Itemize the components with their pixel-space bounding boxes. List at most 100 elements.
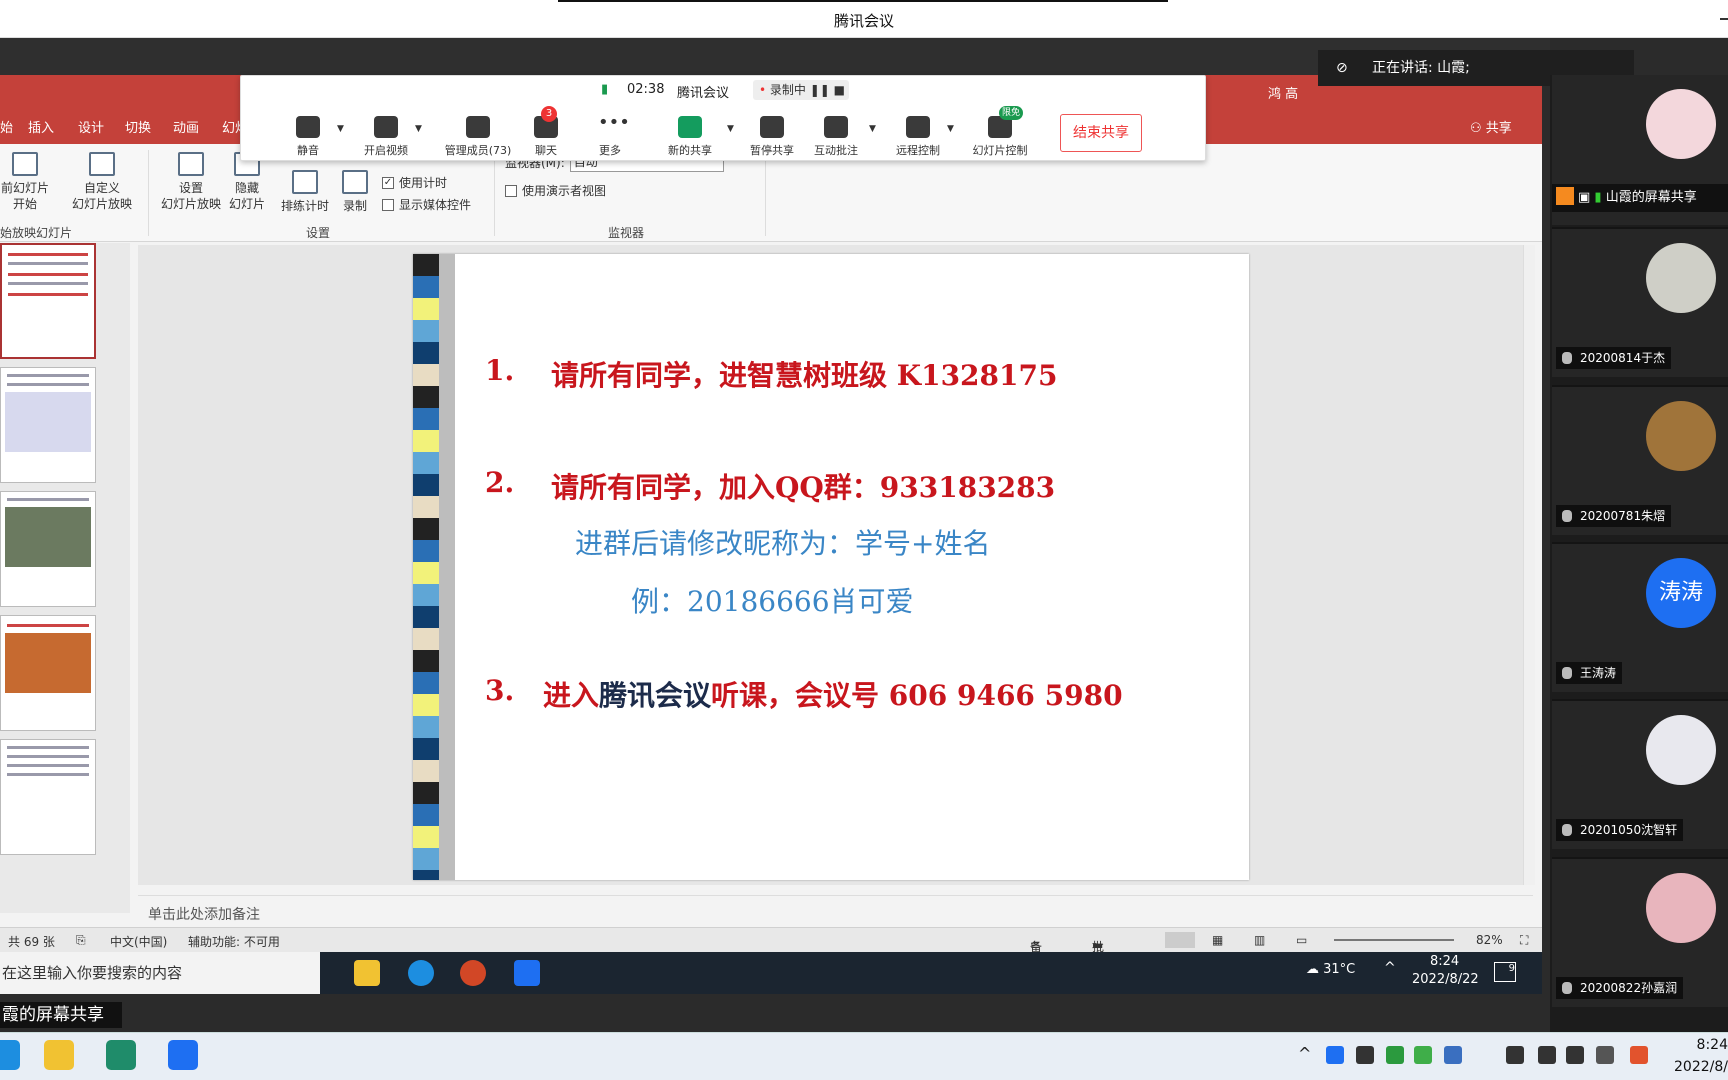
- file-explorer-icon[interactable]: [354, 960, 380, 986]
- annotate-label: 互动批注: [814, 144, 858, 157]
- rehearse-button[interactable]: 排练计时: [276, 170, 334, 214]
- slide-line-3-a: 进入: [543, 679, 600, 712]
- app-tray-icon[interactable]: [1386, 1046, 1404, 1064]
- participant-name: 王涛涛: [1556, 662, 1623, 684]
- stopwatch-icon: [292, 170, 318, 194]
- annotate-button[interactable]: 互动批注: [801, 116, 871, 158]
- zoom-slider[interactable]: [1334, 939, 1454, 941]
- reading-view-icon[interactable]: ▥: [1254, 933, 1265, 947]
- participant-tile[interactable]: 20201050沈智轩: [1552, 699, 1728, 849]
- taskbar-clock[interactable]: 8:24 2022/8/: [1660, 1034, 1728, 1078]
- record-button[interactable]: 录制: [338, 170, 372, 214]
- thumbnail-4[interactable]: [0, 615, 96, 731]
- wps-icon[interactable]: [1630, 1046, 1648, 1064]
- ie-browser-icon[interactable]: [408, 960, 434, 986]
- participant-name: 20201050沈智轩: [1556, 819, 1684, 841]
- language-status[interactable]: 中文(中国): [110, 933, 167, 950]
- hide-label-1: 隐藏: [234, 181, 259, 195]
- show-media-checkbox[interactable]: 显示媒体控件: [382, 196, 471, 213]
- thumbnail-1[interactable]: [0, 243, 96, 359]
- chevron-up-icon[interactable]: ^: [1384, 960, 1396, 976]
- decorative-stripe: [413, 254, 455, 880]
- stop-rec-icon[interactable]: ■: [834, 83, 845, 97]
- from-current-button[interactable]: 前幻灯片 开始: [0, 152, 50, 212]
- participant-tile[interactable]: 20200781朱熠: [1552, 385, 1728, 535]
- meeting-tray-icon[interactable]: [1326, 1046, 1344, 1064]
- video-button[interactable]: 开启视频: [351, 116, 421, 158]
- hide-slide-button[interactable]: 隐藏 幻灯片: [226, 152, 268, 212]
- slideshow-view-icon[interactable]: ▭: [1296, 933, 1307, 947]
- spellcheck-icon[interactable]: ⎘: [76, 933, 86, 948]
- wifi-icon[interactable]: [1538, 1046, 1556, 1064]
- presenter-view-checkbox[interactable]: 使用演示者视图: [505, 182, 606, 199]
- volume-icon[interactable]: [1566, 1046, 1584, 1064]
- thumbnail-5[interactable]: [0, 739, 96, 855]
- tab-insert[interactable]: 插入: [28, 117, 54, 136]
- chevron-down-icon[interactable]: ▼: [337, 124, 344, 134]
- free-badge: 限免: [999, 106, 1024, 120]
- share-tab[interactable]: ⚇ 共享: [1470, 117, 1512, 136]
- members-button[interactable]: 管理成员(73): [433, 116, 523, 158]
- normal-view-icon[interactable]: [1165, 932, 1195, 948]
- custom-show-label-1: 自定义: [83, 181, 120, 195]
- powerpoint-icon[interactable]: [460, 960, 486, 986]
- participant-tile[interactable]: 20200814于杰: [1552, 227, 1728, 377]
- shield-icon[interactable]: [1444, 1046, 1462, 1064]
- from-current-label-1: 前幻灯片: [0, 181, 49, 195]
- file-explorer-icon[interactable]: [44, 1040, 74, 1070]
- participant-tile[interactable]: 涛涛 王涛涛: [1552, 542, 1728, 692]
- tencent-meeting-icon[interactable]: [514, 960, 540, 986]
- battery-icon[interactable]: [1506, 1046, 1524, 1064]
- notification-icon[interactable]: 9: [1494, 962, 1516, 982]
- setup-show-button[interactable]: 设置 幻灯片放映: [156, 152, 226, 212]
- from-current-label-2: 开始: [12, 197, 37, 211]
- slide-line-2b: 进群后请修改昵称为：学号+姓名: [575, 527, 991, 560]
- ime-icon[interactable]: [1596, 1046, 1614, 1064]
- zoom-level[interactable]: 82%: [1476, 933, 1503, 947]
- recording-badge[interactable]: • 录制中 ❚❚ ■: [753, 80, 849, 100]
- app-icon[interactable]: [106, 1040, 136, 1070]
- sorter-view-icon[interactable]: ▦: [1212, 933, 1223, 947]
- share-icon: ▣: [1578, 190, 1595, 205]
- accessibility-status[interactable]: 辅助功能: 不可用: [188, 933, 280, 950]
- slide-line-2c: 例：20186666肖可爱: [631, 585, 914, 618]
- chevron-down-icon[interactable]: ▼: [947, 124, 954, 134]
- remote-control-button[interactable]: 远程控制: [877, 116, 959, 158]
- fit-window-icon[interactable]: ⛶: [1520, 933, 1528, 948]
- slide-thumbnails[interactable]: [0, 243, 130, 913]
- edge-icon[interactable]: [0, 1040, 20, 1070]
- cloud-icon: ☁: [1306, 962, 1324, 977]
- annotate-icon: [824, 116, 848, 138]
- chevron-down-icon[interactable]: ▼: [727, 124, 734, 134]
- chat-button[interactable]: 聊天: [511, 116, 581, 158]
- chevron-down-icon[interactable]: ▼: [415, 124, 422, 134]
- custom-show-button[interactable]: 自定义 幻灯片放映: [60, 152, 144, 212]
- chevron-up-icon[interactable]: ^: [1298, 1044, 1311, 1063]
- participant-tile[interactable]: 20200822孙嘉润: [1552, 857, 1728, 1007]
- end-share-button[interactable]: 结束共享: [1060, 114, 1142, 152]
- thumbnail-2[interactable]: [0, 367, 96, 483]
- speaking-text: 正在讲话: 山霞;: [1372, 60, 1470, 76]
- wechat-icon[interactable]: [1414, 1046, 1432, 1064]
- pause-share-button[interactable]: 暂停共享: [737, 116, 807, 158]
- tab-design[interactable]: 设计: [78, 117, 104, 136]
- tab-animations[interactable]: 动画: [173, 117, 199, 136]
- minimize-icon[interactable]: [1720, 18, 1728, 20]
- tab-home[interactable]: 始: [0, 117, 13, 136]
- use-timing-checkbox[interactable]: ✓ 使用计时: [382, 174, 447, 191]
- vertical-scrollbar[interactable]: [1523, 245, 1535, 885]
- slide-control-button[interactable]: 幻灯片控制: [959, 116, 1041, 158]
- shared-search-box[interactable]: 在这里输入你要搜索的内容: [0, 952, 320, 994]
- pause-rec-icon[interactable]: ❚❚: [806, 83, 834, 97]
- custom-show-label-2: 幻灯片放映: [71, 197, 132, 211]
- microphone-icon[interactable]: [1356, 1046, 1374, 1064]
- tab-transitions[interactable]: 切换: [125, 117, 151, 136]
- microphone-icon: [296, 116, 320, 138]
- new-share-button[interactable]: 新的共享: [655, 116, 725, 158]
- chevron-down-icon[interactable]: ▼: [869, 124, 876, 134]
- mute-button[interactable]: 静音: [273, 116, 343, 158]
- tencent-meeting-icon[interactable]: [168, 1040, 198, 1070]
- more-button[interactable]: ••• 更多: [575, 114, 645, 158]
- notes-pane[interactable]: 单击此处添加备注: [138, 895, 1533, 927]
- thumbnail-3[interactable]: [0, 491, 96, 607]
